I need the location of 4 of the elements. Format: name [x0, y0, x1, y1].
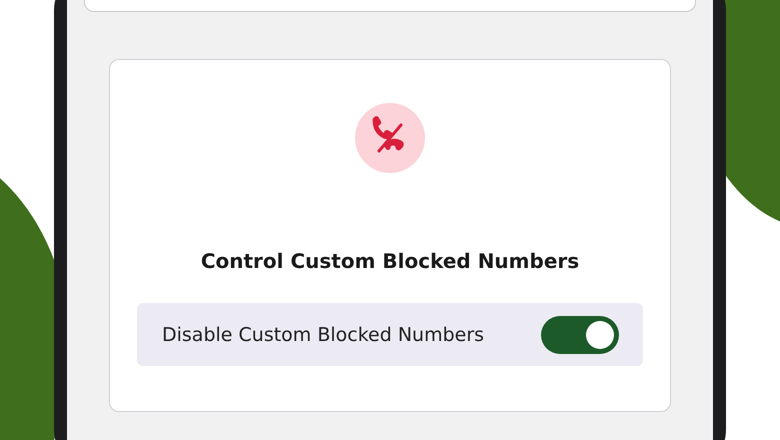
setting-label: Disable Custom Blocked Numbers [162, 324, 484, 346]
toggle-switch[interactable] [541, 316, 619, 354]
card-title: Control Custom Blocked Numbers [200, 249, 580, 273]
blocked-call-icon [355, 103, 425, 173]
